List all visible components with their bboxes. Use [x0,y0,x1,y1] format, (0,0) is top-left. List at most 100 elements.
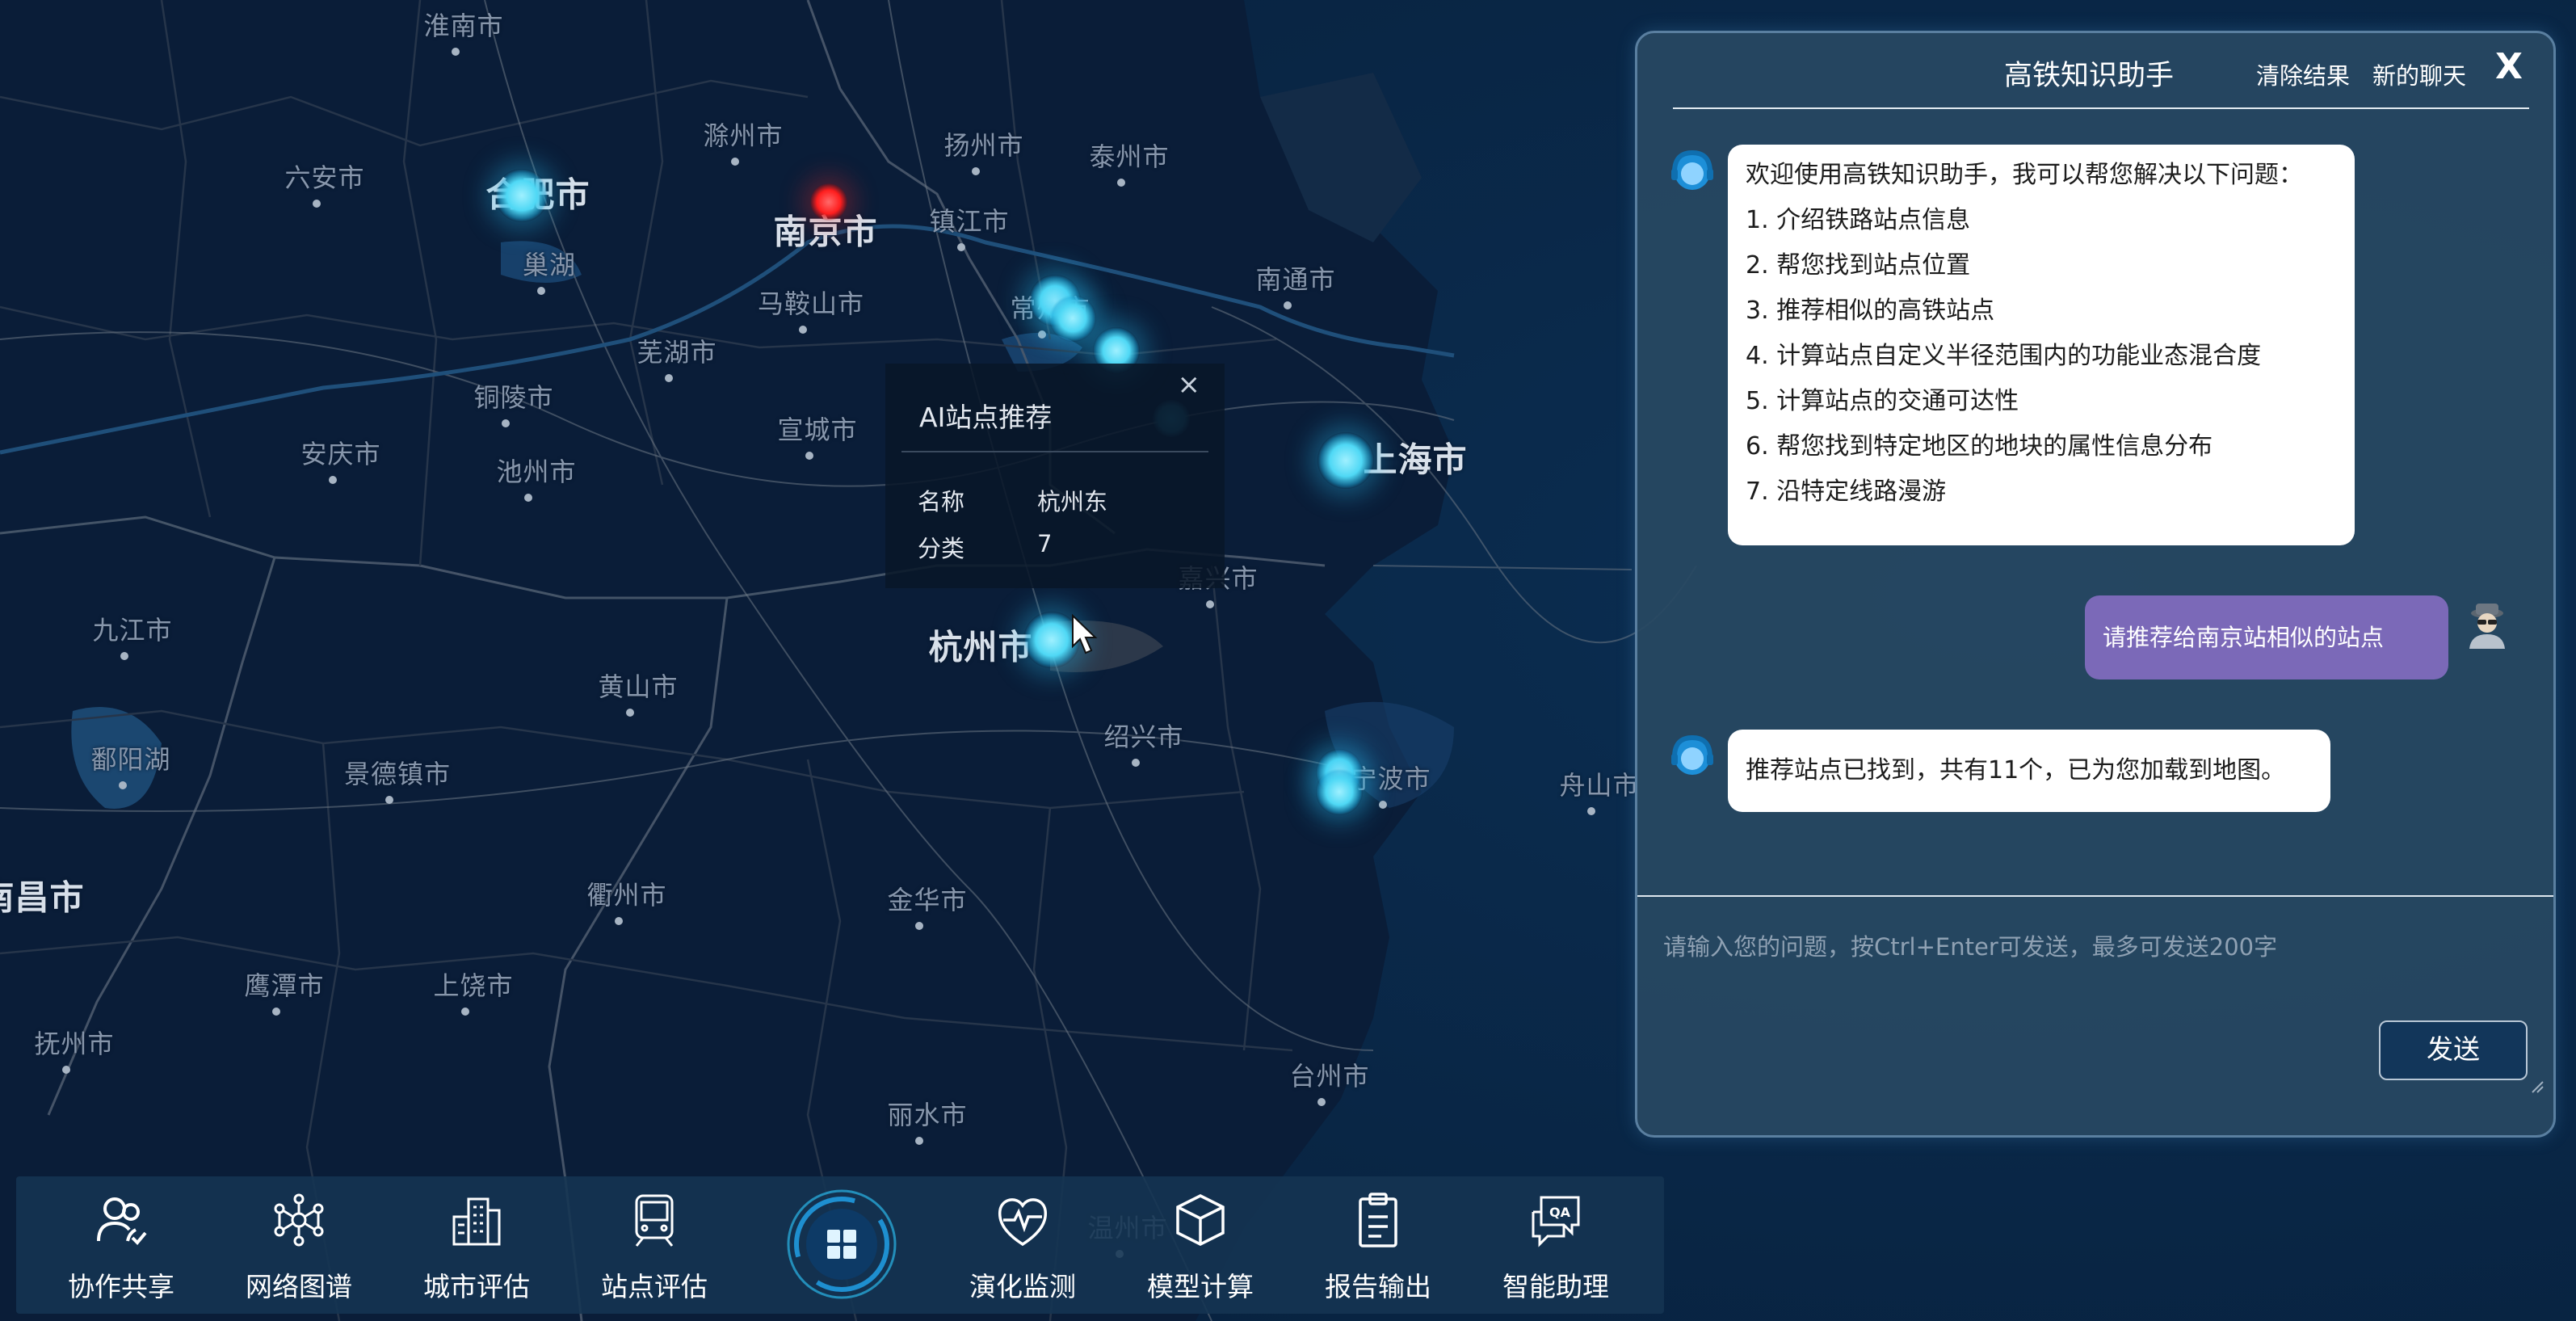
center-menu-button[interactable] [785,1188,898,1301]
city-label: 淮南市 [423,11,504,41]
city-dot [1038,330,1046,339]
city-label: 扬州市 [943,130,1024,161]
city-label: 上海市 [1363,440,1468,480]
monitor-icon [998,1198,1048,1247]
station-marker-nanjing[interactable] [810,183,847,221]
bot-avatar-icon [1671,149,1713,190]
welcome-line: 4. 计算站点自定义半径范围内的功能业态混合度 [1746,342,2262,370]
city-dot [119,781,127,789]
city-label: 宁波市 [1351,764,1431,794]
popup-row-value: 杭州东 [1037,488,1108,515]
station-marker-changzhou-b[interactable] [1049,295,1096,342]
tool-label: 模型计算 [1147,1271,1254,1302]
tool-station-assessment[interactable]: 站点评估 [574,1176,735,1314]
tool-smart-assistant[interactable]: QA 智能助理 [1475,1176,1637,1314]
tool-model-calculation[interactable]: 模型计算 [1120,1176,1281,1314]
city-label: 芜湖市 [637,337,717,368]
bottom-toolbar: 协作共享 网络图谱 城市评估 站点评估 演化监测 模型计算 报告输出 QA 智能… [16,1176,1664,1314]
city-dot [915,922,923,930]
welcome-line: 3. 推荐相似的高铁站点 [1746,297,1995,325]
tool-network-graph[interactable]: 网络图谱 [218,1176,380,1314]
city-label: 泰州市 [1089,141,1170,172]
tool-label: 智能助理 [1502,1271,1609,1302]
user-message: 请推荐给南京站相似的站点 [2085,595,2448,679]
resize-grip-icon[interactable] [2529,1079,2544,1093]
popup-close-button[interactable]: × [1178,368,1201,401]
station-marker-ningbo-b[interactable] [1316,768,1363,815]
city-dot [615,917,623,925]
city-dot [1317,1098,1326,1106]
popup-row-value: 7 [1037,530,1053,557]
city-dot [1379,801,1387,809]
city-dot [385,796,393,804]
header-divider [1673,107,2529,109]
city-dot [272,1008,280,1016]
city-label: 滁州市 [703,120,784,151]
close-chat-button[interactable]: X [2495,46,2523,87]
city-dot [799,326,807,334]
welcome-line: 2. 帮您找到站点位置 [1746,251,1971,280]
station-marker-hefei[interactable] [495,169,548,222]
network-icon [274,1193,324,1247]
cube-icon [1176,1194,1225,1246]
city-label: 丽水市 [887,1100,968,1130]
city-label: 杭州市 [928,627,1033,667]
popup-row-name: 名称 杭州东 [918,483,1107,517]
city-label: 宣城市 [777,414,858,445]
tool-label: 协作共享 [68,1271,174,1302]
city-label: 绍兴市 [1103,722,1184,752]
tool-report-output[interactable]: 报告输出 [1297,1176,1459,1314]
question-input[interactable] [1662,922,2521,972]
city-label: 铜陵市 [473,382,554,413]
city-dot [1284,301,1292,309]
city-label: 舟山市 [1559,770,1640,801]
city-dot [1117,179,1125,187]
tool-label: 网络图谱 [246,1271,352,1302]
city-dot [461,1008,469,1016]
city-dot [537,287,545,295]
city-label: 马鞍山市 [757,288,865,319]
city-label: 九江市 [92,615,173,646]
city-dot [805,452,813,460]
buildings-icon [452,1197,501,1246]
city-label: 安庆市 [300,439,381,469]
station-popup: AI站点推荐 × 名称 杭州东 分类 7 [885,364,1225,588]
popup-divider [901,451,1208,452]
city-label: 台州市 [1289,1061,1370,1092]
user-avatar-icon [2469,604,2505,649]
city-dot [120,652,128,660]
city-dot [524,494,532,502]
city-label: 鄱阳湖 [90,744,171,775]
city-dot [502,419,510,427]
city-label: 巢湖 [522,250,577,280]
new-chat-button[interactable]: 新的聊天 [2372,57,2466,91]
city-dot [329,476,337,484]
tool-collaboration[interactable]: 协作共享 [40,1176,202,1314]
clear-results-button[interactable]: 清除结果 [2256,57,2350,91]
tool-label: 城市评估 [423,1271,530,1302]
tool-evolution-monitoring[interactable]: 演化监测 [942,1176,1103,1314]
user-message-text: 请推荐给南京站相似的站点 [2103,624,2385,651]
city-dot [731,158,739,166]
land-area [0,0,1454,1321]
city-dot [915,1137,923,1145]
city-label: 上饶市 [433,970,514,1001]
city-dot [62,1066,70,1074]
city-label: 池州市 [496,456,577,487]
city-label: 鹰潭市 [244,970,325,1001]
bot-message-reply: 推荐站点已找到，共有11个，已为您加载到地图。 [1728,730,2330,812]
city-label: 金华市 [887,885,968,915]
city-dot [626,709,634,717]
send-button[interactable]: 发送 [2379,1020,2528,1080]
city-label: 抚州市 [34,1029,115,1059]
city-dot [452,48,460,56]
popup-title: AI站点推荐 [919,402,1053,433]
clipboard-icon [1359,1193,1397,1247]
city-label: 黄山市 [598,671,679,702]
train-icon [635,1194,674,1247]
tool-city-assessment[interactable]: 城市评估 [396,1176,557,1314]
welcome-line: 5. 计算站点的交通可达性 [1746,387,2019,415]
chat-header: 高铁知识助手 清除结果 新的聊天 X [1637,33,2553,107]
station-marker-shanghai[interactable] [1317,432,1374,489]
city-dot [1587,807,1595,815]
